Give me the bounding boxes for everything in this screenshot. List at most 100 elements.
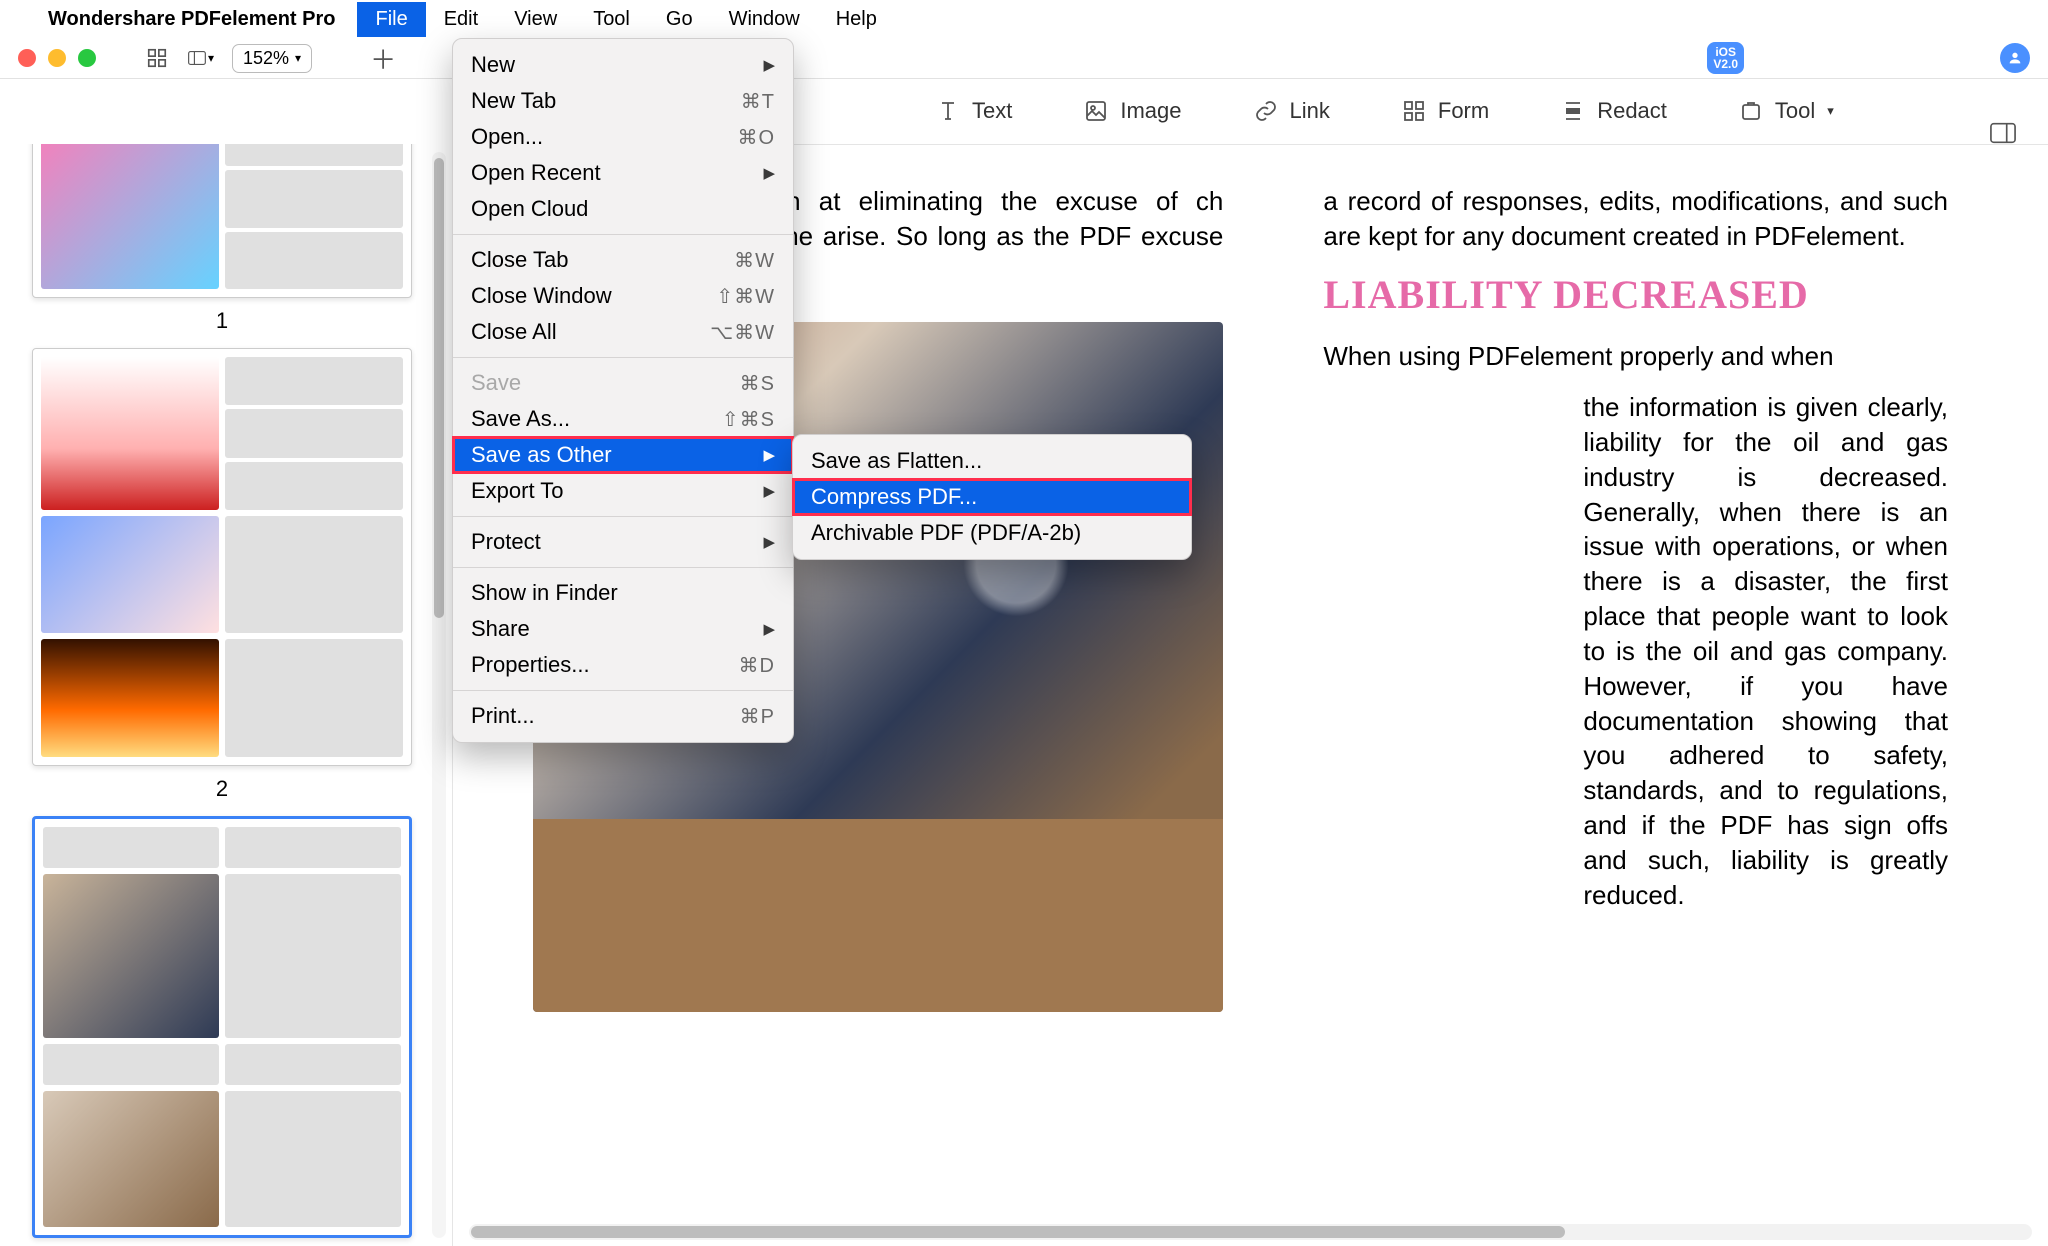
submenu-item-label: Compress PDF... <box>811 484 1173 510</box>
toolbar-redact[interactable]: Redact <box>1561 98 1667 124</box>
toolbar-form[interactable]: Form <box>1402 98 1489 124</box>
menu-item-protect[interactable]: Protect▶ <box>453 524 793 560</box>
submenu-arrow-icon: ▶ <box>763 533 775 551</box>
menu-item-export-to[interactable]: Export To▶ <box>453 473 793 509</box>
zoom-value: 152% <box>243 48 289 69</box>
toolbar-text[interactable]: Text <box>936 98 1012 124</box>
menu-item-label: Properties... <box>471 652 739 678</box>
scrollbar-thumb[interactable] <box>434 158 444 618</box>
menu-item-shortcut: ⌘S <box>740 371 775 396</box>
menu-item-shortcut: ⌘O <box>737 125 775 150</box>
toolbar-image[interactable]: Image <box>1084 98 1181 124</box>
app-name: Wondershare PDFelement Pro <box>48 2 357 37</box>
page-number: 2 <box>32 776 412 802</box>
menu-item-shortcut: ⌘T <box>741 89 775 114</box>
section-heading: LIABILITY DECREASED <box>1323 268 1948 322</box>
grid-view-icon[interactable] <box>144 45 170 71</box>
toolbar-label: Form <box>1438 98 1489 124</box>
save-as-other-submenu: Save as Flatten... Compress PDF... Archiva… <box>792 434 1192 560</box>
horizontal-scrollbar[interactable] <box>469 1224 2032 1240</box>
menu-item-shortcut: ⌘W <box>734 248 775 273</box>
mac-menubar: Wondershare PDFelement Pro File Edit Vie… <box>0 0 2048 38</box>
toolbar-link[interactable]: Link <box>1254 98 1330 124</box>
menu-item-new[interactable]: New▶ <box>453 47 793 83</box>
toolbar-tool[interactable]: Tool ▾ <box>1739 98 1834 124</box>
menubar-item-edit[interactable]: Edit <box>426 2 496 37</box>
menu-item-label: Save as Other <box>471 442 763 468</box>
zoom-window-icon[interactable] <box>78 49 96 67</box>
zoom-level[interactable]: 152% ▾ <box>232 44 312 73</box>
menu-item-shortcut: ⌥⌘W <box>710 320 775 345</box>
menu-item-label: Save As... <box>471 406 722 432</box>
menu-item-shortcut: ⇧⌘S <box>722 407 775 432</box>
submenu-item-compress-pdf[interactable]: Compress PDF... <box>793 479 1191 515</box>
toolbar-label: Tool <box>1775 98 1815 124</box>
page-number: 1 <box>32 308 412 334</box>
menu-item-save-as-other[interactable]: Save as Other▶ <box>453 437 793 473</box>
chevron-down-icon: ▾ <box>295 51 301 65</box>
page-thumbnail-selected[interactable]: 3 <box>32 816 412 1246</box>
menu-item-label: New Tab <box>471 88 741 114</box>
submenu-item-archivable-pdf-pdf-a-b[interactable]: Archivable PDF (PDF/A-2b) <box>793 515 1191 551</box>
new-tab-icon[interactable]: ＋ <box>370 40 396 77</box>
window-chrome: ▾ 152% ▾ ＋ iOS V2.0 <box>0 38 2048 79</box>
menubar-item-go[interactable]: Go <box>648 2 711 37</box>
menu-item-share[interactable]: Share▶ <box>453 611 793 647</box>
menubar-item-tool[interactable]: Tool <box>575 2 648 37</box>
sidebar-toggle-icon[interactable]: ▾ <box>188 45 214 71</box>
menu-item-label: Share <box>471 616 763 642</box>
page-thumbnail[interactable]: 1 <box>32 144 412 334</box>
submenu-arrow-icon: ▶ <box>763 56 775 74</box>
menubar-item-window[interactable]: Window <box>711 2 818 37</box>
menu-item-new-tab[interactable]: New Tab⌘T <box>453 83 793 119</box>
ios-badge[interactable]: iOS V2.0 <box>1707 42 1744 74</box>
menubar-item-file[interactable]: File <box>357 2 425 37</box>
menu-item-open[interactable]: Open...⌘O <box>453 119 793 155</box>
menu-item-print[interactable]: Print...⌘P <box>453 698 793 734</box>
menu-item-label: Open... <box>471 124 737 150</box>
submenu-arrow-icon: ▶ <box>763 482 775 500</box>
submenu-arrow-icon: ▶ <box>763 164 775 182</box>
menu-item-close-window[interactable]: Close Window⇧⌘W <box>453 278 793 314</box>
submenu-item-label: Save as Flatten... <box>811 448 1173 474</box>
menu-item-open-recent[interactable]: Open Recent▶ <box>453 155 793 191</box>
file-menu: New▶New Tab⌘TOpen...⌘OOpen Recent▶Open C… <box>452 38 794 743</box>
menu-item-close-all[interactable]: Close All⌥⌘W <box>453 314 793 350</box>
menu-item-label: Close Tab <box>471 247 734 273</box>
menu-item-label: Close Window <box>471 283 716 309</box>
menu-item-save: Save⌘S <box>453 365 793 401</box>
close-window-icon[interactable] <box>18 49 36 67</box>
chevron-down-icon: ▾ <box>1827 103 1834 119</box>
menu-item-label: Save <box>471 370 740 396</box>
sidebar-scrollbar[interactable] <box>432 152 446 1238</box>
menu-item-close-tab[interactable]: Close Tab⌘W <box>453 242 793 278</box>
menu-separator <box>453 567 793 568</box>
toolbar-label: Link <box>1290 98 1330 124</box>
scrollbar-thumb[interactable] <box>471 1226 1565 1238</box>
toolbar-label: Text <box>972 98 1012 124</box>
thumbnail-sidebar: 1 <box>0 144 453 1246</box>
submenu-arrow-icon: ▶ <box>763 620 775 638</box>
menu-item-show-in-finder[interactable]: Show in Finder <box>453 575 793 611</box>
minimize-window-icon[interactable] <box>48 49 66 67</box>
submenu-arrow-icon: ▶ <box>763 446 775 464</box>
traffic-lights <box>18 49 126 67</box>
menu-item-save-as[interactable]: Save As...⇧⌘S <box>453 401 793 437</box>
side-panel-icon[interactable] <box>1990 120 2016 146</box>
menu-separator <box>453 690 793 691</box>
menubar-item-help[interactable]: Help <box>818 2 895 37</box>
menu-item-open-cloud[interactable]: Open Cloud <box>453 191 793 227</box>
submenu-item-save-as-flatten[interactable]: Save as Flatten... <box>793 443 1191 479</box>
menu-item-label: Open Cloud <box>471 196 775 222</box>
menu-item-shortcut: ⌘P <box>740 704 775 729</box>
menu-item-shortcut: ⇧⌘W <box>716 284 775 309</box>
menubar-item-view[interactable]: View <box>496 2 575 37</box>
user-avatar-icon[interactable] <box>2000 43 2030 73</box>
body-text: a record of responses, edits, modificati… <box>1323 184 1948 254</box>
menu-item-label: Show in Finder <box>471 580 775 606</box>
menu-item-properties[interactable]: Properties...⌘D <box>453 647 793 683</box>
menu-item-label: Export To <box>471 478 763 504</box>
page-thumbnail[interactable]: 2 <box>32 348 412 802</box>
menu-item-label: New <box>471 52 763 78</box>
toolbar-label: Image <box>1120 98 1181 124</box>
